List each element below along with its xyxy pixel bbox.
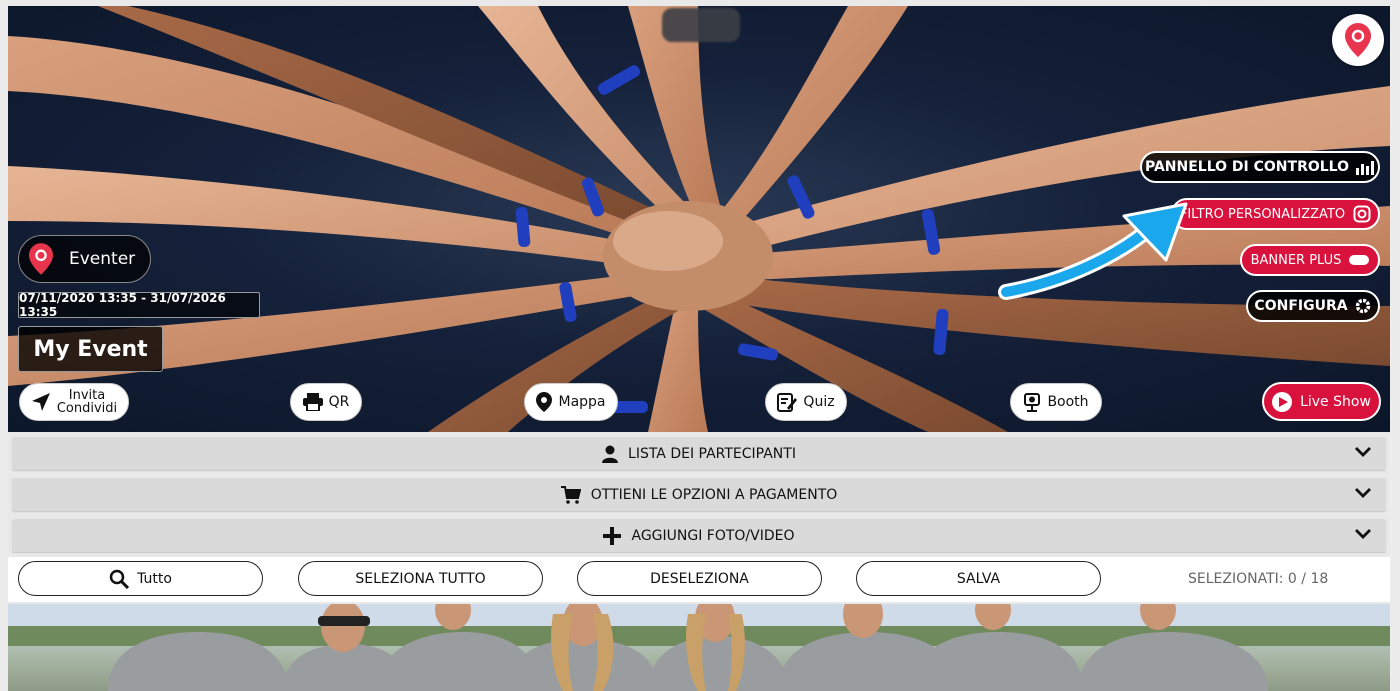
share-label: Condividi (56, 401, 118, 416)
save-button[interactable]: SALVA (856, 561, 1101, 596)
toggle-icon (1349, 255, 1370, 265)
instagram-icon (1353, 205, 1371, 223)
accordion-participants-label: LISTA DEI PARTECIPANTI (628, 445, 796, 462)
invite-share-button[interactable]: Invita Condividi (19, 383, 129, 421)
qr-label: QR (328, 394, 350, 410)
map-pin-logo-icon (1345, 23, 1371, 57)
filter-button[interactable]: Tutto (18, 561, 263, 596)
live-show-button[interactable]: Live Show (1262, 382, 1381, 421)
chevron-down-icon[interactable] (1354, 445, 1372, 459)
control-panel-label: PANNELLO DI CONTROLLO (1145, 159, 1349, 175)
brand-badge[interactable]: Eventer (18, 235, 151, 283)
cart-icon (560, 485, 581, 504)
configure-button[interactable]: CONFIGURA (1246, 290, 1380, 322)
select-all-label: SELEZIONA TUTTO (355, 570, 486, 587)
app-logo[interactable] (1332, 14, 1384, 66)
live-show-label: Live Show (1300, 393, 1371, 410)
gear-icon (1355, 298, 1370, 314)
event-title: My Event (18, 326, 163, 372)
gallery-toolbar: Tutto SELEZIONA TUTTO DESELEZIONA SALVA … (8, 557, 1390, 602)
qr-button[interactable]: QR (290, 383, 362, 421)
booth-button[interactable]: Booth (1010, 383, 1102, 421)
invite-share-text: Invita Condividi (57, 389, 117, 415)
location-icon (536, 392, 553, 412)
accordion-participants[interactable]: LISTA DEI PARTECIPANTI (12, 437, 1386, 470)
app-root: PANNELLO DI CONTROLLO FILTRO PERSONALIZZ… (0, 0, 1400, 691)
custom-filter-label: FILTRO PERSONALIZZATO (1179, 206, 1346, 222)
scrollbar-track[interactable] (1390, 0, 1400, 691)
banner-plus-button[interactable]: BANNER PLUS (1240, 244, 1380, 276)
gallery-photo[interactable] (8, 604, 1390, 691)
chevron-down-icon[interactable] (1354, 527, 1372, 541)
control-panel-button[interactable]: PANNELLO DI CONTROLLO (1140, 151, 1380, 183)
user-icon (602, 445, 619, 463)
camera-booth-icon (1024, 393, 1041, 412)
search-icon (109, 569, 130, 589)
printer-icon (302, 393, 323, 411)
blurred-notch (662, 8, 740, 42)
window-edge-left (0, 0, 8, 691)
custom-filter-button[interactable]: FILTRO PERSONALIZZATO (1171, 198, 1380, 230)
deselect-button[interactable]: DESELEZIONA (577, 561, 822, 596)
accordion-add-media-label: AGGIUNGI FOTO/VIDEO (631, 527, 795, 544)
quiz-label: Quiz (803, 394, 835, 410)
edit-icon (777, 393, 798, 412)
event-cover-photo: PANNELLO DI CONTROLLO FILTRO PERSONALIZZ… (8, 6, 1390, 432)
map-pin-icon (29, 243, 53, 275)
plus-icon (603, 526, 622, 545)
quiz-button[interactable]: Quiz (765, 383, 847, 421)
annotation-arrow-icon (998, 202, 1188, 300)
map-button[interactable]: Mappa (524, 383, 618, 421)
chevron-down-icon[interactable] (1354, 486, 1372, 500)
team-photo-image (8, 604, 1390, 691)
map-label: Mappa (558, 394, 606, 410)
banner-plus-label: BANNER PLUS (1250, 252, 1342, 268)
deselect-label: DESELEZIONA (650, 570, 749, 587)
select-all-button[interactable]: SELEZIONA TUTTO (298, 561, 543, 596)
brand-name: Eventer (69, 249, 136, 269)
configure-label: CONFIGURA (1254, 298, 1348, 314)
accordion-paid-options[interactable]: OTTIENI LE OPZIONI A PAGAMENTO (12, 478, 1386, 511)
booth-label: Booth (1047, 394, 1089, 410)
play-icon (1272, 391, 1293, 412)
chart-icon (1356, 161, 1374, 175)
send-icon (31, 393, 50, 411)
filter-label: Tutto (137, 570, 172, 587)
selected-count: SELEZIONATI: 0 / 18 (1188, 571, 1329, 587)
accordion-add-media[interactable]: AGGIUNGI FOTO/VIDEO (12, 519, 1386, 552)
accordion-paid-options-label: OTTIENI LE OPZIONI A PAGAMENTO (590, 486, 838, 503)
save-label: SALVA (956, 570, 1001, 587)
event-date-range: 07/11/2020 13:35 - 31/07/2026 13:35 (18, 291, 260, 319)
